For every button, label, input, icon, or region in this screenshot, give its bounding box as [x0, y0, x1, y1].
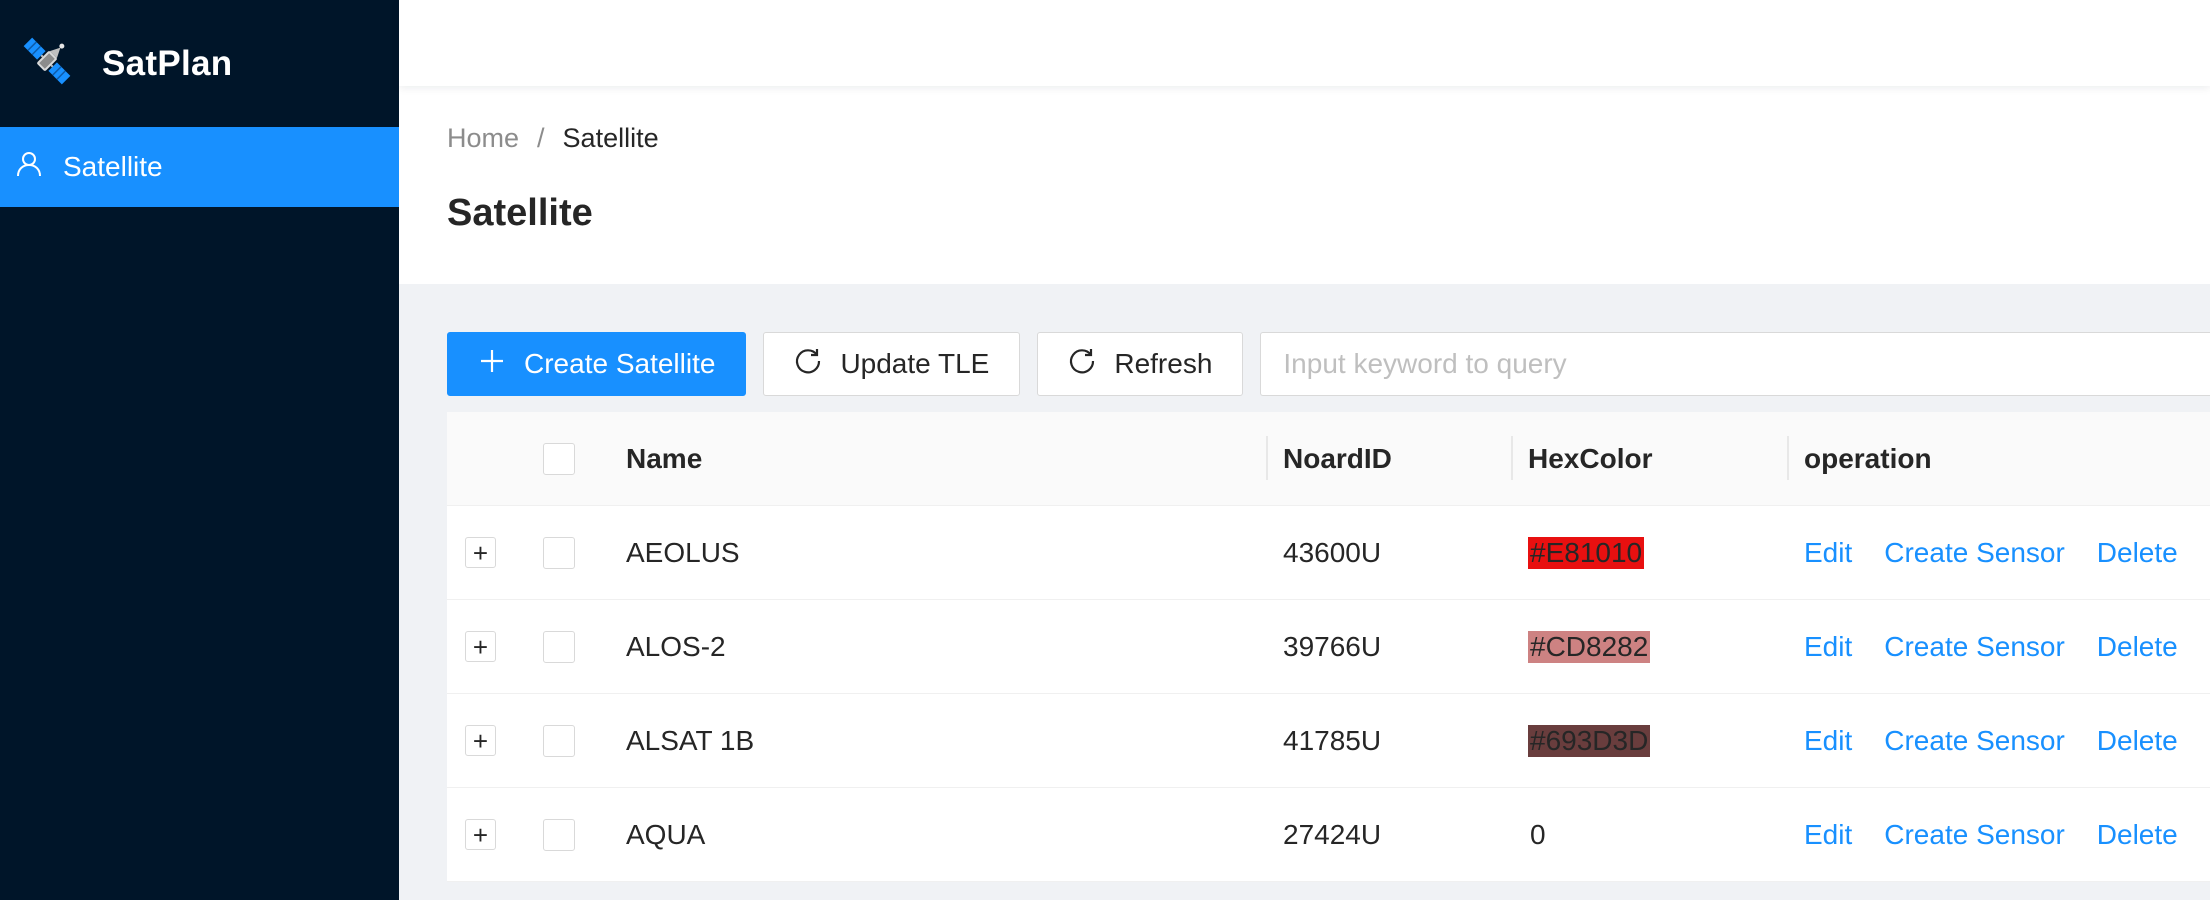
noard-id: 27424U: [1283, 818, 1382, 850]
create-sensor-link[interactable]: Create Sensor: [1884, 631, 2065, 663]
create-sensor-link[interactable]: Create Sensor: [1884, 537, 2065, 569]
delete-link[interactable]: Delete: [2097, 725, 2178, 757]
app-title: SatPlan: [102, 43, 233, 83]
user-icon: [15, 150, 63, 185]
reload-icon: [1068, 347, 1114, 382]
edit-link[interactable]: Edit: [1804, 725, 1852, 757]
plus-icon: [478, 347, 524, 382]
sidebar-item-label: Satellite: [63, 151, 163, 182]
update-tle-label: Update TLE: [840, 348, 990, 379]
column-header-name[interactable]: Name: [622, 412, 1266, 505]
update-tle-button[interactable]: Update TLE: [763, 332, 1021, 396]
cell-operation: Edit Create Sensor Delete: [1787, 600, 2210, 693]
expand-cell: +: [447, 819, 543, 850]
cell-name: AEOLUS: [622, 506, 1266, 599]
hex-color-value: #E81010: [1528, 536, 1645, 569]
expand-cell: +: [447, 631, 543, 662]
edit-link[interactable]: Edit: [1804, 819, 1852, 851]
satellite-name: AQUA: [626, 818, 706, 850]
create-sensor-link[interactable]: Create Sensor: [1884, 819, 2065, 851]
reload-icon: [794, 347, 840, 382]
delete-link[interactable]: Delete: [2097, 631, 2178, 663]
expand-row-button[interactable]: +: [465, 537, 496, 568]
hex-color-value: #CD8282: [1528, 630, 1651, 663]
expand-row-button[interactable]: +: [465, 725, 496, 756]
column-header-operation: operation: [1787, 412, 2210, 505]
refresh-label: Refresh: [1114, 348, 1213, 379]
satellite-name: AEOLUS: [626, 536, 740, 568]
noard-id: 43600U: [1283, 536, 1382, 568]
cell-hexcolor: 0: [1511, 788, 1787, 881]
row-checkbox[interactable]: [543, 536, 575, 569]
row-checkbox[interactable]: [543, 724, 575, 757]
satellite-table: Name NoardID HexColor operation + AEOLUS…: [447, 412, 2210, 882]
page-title: Satellite: [447, 192, 593, 234]
select-cell: [543, 724, 622, 757]
noard-id: 39766U: [1283, 630, 1382, 662]
satellite-name: ALOS-2: [626, 630, 726, 662]
row-checkbox[interactable]: [543, 630, 575, 663]
cell-name: AQUA: [622, 788, 1266, 881]
create-satellite-label: Create Satellite: [524, 348, 716, 379]
cell-noardid: 39766U: [1266, 600, 1511, 693]
hex-color-value: #693D3D: [1528, 724, 1651, 757]
select-all-checkbox[interactable]: [543, 442, 575, 475]
breadcrumb-separator: /: [537, 122, 545, 153]
cell-operation: Edit Create Sensor Delete: [1787, 506, 2210, 599]
toolbar: Create Satellite Update TLE Refresh: [447, 332, 2210, 396]
select-cell: [543, 630, 622, 663]
create-satellite-button[interactable]: Create Satellite: [447, 332, 747, 396]
app-logo[interactable]: SatPlan: [0, 0, 399, 127]
expand-row-button[interactable]: +: [465, 819, 496, 850]
sidebar-item-satellite[interactable]: Satellite: [0, 127, 399, 207]
select-all-cell: [543, 442, 622, 475]
cell-operation: Edit Create Sensor Delete: [1787, 788, 2210, 881]
edit-link[interactable]: Edit: [1804, 537, 1852, 569]
main-area: Home / Satellite Satellite Create Satell…: [399, 0, 2210, 900]
table-row: + ALOS-2 39766U #CD8282 Edit Create Sens…: [447, 600, 2210, 694]
cell-hexcolor: #CD8282: [1511, 600, 1787, 693]
breadcrumb: Home / Satellite: [447, 118, 2210, 158]
table-body: + AEOLUS 43600U #E81010 Edit Create Sens…: [447, 506, 2210, 882]
select-cell: [543, 818, 622, 851]
cell-noardid: 27424U: [1266, 788, 1511, 881]
cell-noardid: 41785U: [1266, 694, 1511, 787]
cell-noardid: 43600U: [1266, 506, 1511, 599]
cell-hexcolor: #693D3D: [1511, 694, 1787, 787]
select-cell: [543, 536, 622, 569]
cell-hexcolor: #E81010: [1511, 506, 1787, 599]
column-header-noardid[interactable]: NoardID: [1266, 412, 1511, 505]
top-header: [399, 0, 2210, 86]
breadcrumb-home[interactable]: Home: [447, 123, 519, 154]
delete-link[interactable]: Delete: [2097, 819, 2178, 851]
cell-name: ALSAT 1B: [622, 694, 1266, 787]
sidebar: SatPlan Satellite: [0, 0, 399, 900]
search-input[interactable]: [1260, 332, 2210, 396]
expand-cell: +: [447, 725, 543, 756]
content-area: Create Satellite Update TLE Refresh Inpu…: [399, 284, 2210, 882]
hex-color-value: 0: [1530, 818, 1546, 850]
cell-operation: Edit Create Sensor Delete: [1787, 694, 2210, 787]
table-header: Name NoardID HexColor operation: [447, 412, 2210, 506]
page-header: Home / Satellite Satellite: [399, 86, 2210, 284]
table-row: + AQUA 27424U 0 Edit Create Sensor Delet…: [447, 788, 2210, 882]
expand-row-button[interactable]: +: [465, 631, 496, 662]
satellite-name: ALSAT 1B: [626, 724, 755, 756]
delete-link[interactable]: Delete: [2097, 537, 2178, 569]
table-row: + ALSAT 1B 41785U #693D3D Edit Create Se…: [447, 694, 2210, 788]
refresh-button[interactable]: Refresh: [1037, 332, 1244, 396]
satellite-icon: [14, 28, 80, 99]
cell-name: ALOS-2: [622, 600, 1266, 693]
edit-link[interactable]: Edit: [1804, 631, 1852, 663]
row-checkbox[interactable]: [543, 818, 575, 851]
noard-id: 41785U: [1283, 724, 1382, 756]
create-sensor-link[interactable]: Create Sensor: [1884, 725, 2065, 757]
column-header-hexcolor[interactable]: HexColor: [1511, 412, 1787, 505]
expand-cell: +: [447, 537, 543, 568]
table-row: + AEOLUS 43600U #E81010 Edit Create Sens…: [447, 506, 2210, 600]
breadcrumb-current: Satellite: [562, 122, 659, 153]
